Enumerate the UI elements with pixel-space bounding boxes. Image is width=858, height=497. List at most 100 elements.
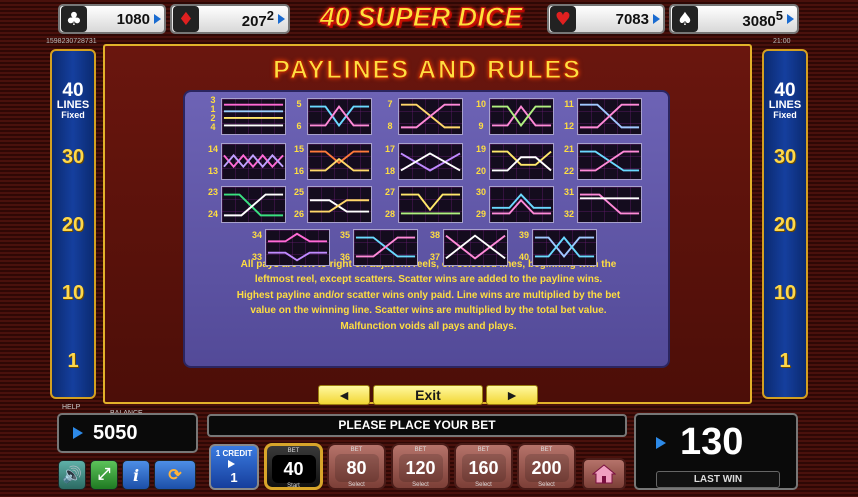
payline-graphic <box>400 103 461 129</box>
payline-path <box>309 199 370 213</box>
payline-diagram <box>489 186 554 223</box>
payline-graphic <box>579 150 640 172</box>
bet-button-40[interactable]: BET 40 Start <box>264 443 323 490</box>
payline-graphic <box>309 104 370 128</box>
payline-diagram <box>443 229 508 266</box>
bet-value: 120 <box>398 454 443 482</box>
balance-display: 5050 <box>57 413 198 453</box>
bet-label: BET <box>350 447 363 453</box>
bet-value: 80 <box>334 454 379 482</box>
payline-path <box>400 193 461 212</box>
line-number: 30 <box>773 146 797 168</box>
payline-number-group: 3124 <box>207 96 219 132</box>
payline-number: 38 <box>429 230 440 240</box>
last-win-label: LAST WIN <box>656 471 780 488</box>
rules-line: Malfunction voids all pays and plays. <box>340 320 517 332</box>
payline-diagram <box>307 143 372 180</box>
jackpot-club: ♣ 1080 <box>58 4 166 34</box>
payline-graphic <box>355 236 416 258</box>
arrow-icon <box>154 14 161 24</box>
payline-graphic <box>309 199 370 213</box>
fixed-label: Fixed <box>773 110 797 120</box>
credit-button[interactable]: 1 CREDIT 1 <box>209 444 259 490</box>
home-button[interactable] <box>582 458 626 490</box>
autoplay-button[interactable]: ⟳ <box>154 460 196 490</box>
payline-number: 29 <box>475 209 486 219</box>
sound-button[interactable]: 🔊 <box>58 460 86 490</box>
bet-button-120[interactable]: BET 120 Select <box>391 443 450 490</box>
payline-number: 31 <box>563 187 574 197</box>
bet-button-80[interactable]: BET 80 Select <box>327 443 386 490</box>
payline-graphic <box>534 236 595 259</box>
balance-value: 5050 <box>93 421 138 444</box>
payline-number: 6 <box>296 121 302 131</box>
rules-text: All pays are left to right on adjacent r… <box>191 257 666 334</box>
club-icon: ♣ <box>61 6 87 32</box>
payline-number: 35 <box>339 230 350 240</box>
payline-number: 40 <box>518 252 529 262</box>
help-label: HELP <box>62 404 81 411</box>
payline-graphic <box>491 150 552 172</box>
info-button[interactable]: i <box>122 460 150 490</box>
diamond-icon: ♦ <box>173 6 199 32</box>
payline-path <box>400 152 461 172</box>
win-icon <box>656 437 666 449</box>
lines-panel-left: 40 LINES Fixed 30 20 10 1 <box>50 49 96 399</box>
payline-diagram <box>398 98 463 135</box>
payline-number: 18 <box>384 166 395 176</box>
line-number: 10 <box>773 282 797 304</box>
payline-path <box>267 251 328 262</box>
bet-action: Select <box>538 482 555 488</box>
payline-graphic <box>309 150 370 172</box>
lines-header: 40 LINES Fixed <box>52 81 94 120</box>
payline-path <box>309 104 370 127</box>
bet-value: 160 <box>461 454 506 482</box>
payline-number: 25 <box>293 187 304 197</box>
payline-path <box>400 103 461 129</box>
payline-diagram <box>353 229 418 266</box>
payline-diagram <box>221 186 286 223</box>
payline-number: 23 <box>207 187 218 197</box>
fullscreen-button[interactable]: ⤢ <box>90 460 118 490</box>
payline-diagram <box>532 229 597 266</box>
jackpot-level: 2 <box>266 8 274 23</box>
arrow-icon <box>278 14 285 24</box>
jackpot-diamond: ♦ 2072 <box>170 4 290 34</box>
payline-number: 9 <box>478 121 484 131</box>
jackpot-spade: ♠ 30805 <box>669 4 799 34</box>
bet-value: 40 <box>271 455 316 483</box>
payline-number: 10 <box>475 99 486 109</box>
arrow-icon <box>787 14 794 24</box>
exit-button[interactable]: Exit <box>373 385 483 405</box>
bet-label: BET <box>477 447 490 453</box>
payline-number: 28 <box>384 209 395 219</box>
bet-button-160[interactable]: BET 160 Select <box>454 443 513 490</box>
session-id: 1598230728731 <box>46 38 97 45</box>
payline-diagram <box>221 143 286 180</box>
bet-label: BET <box>414 447 427 453</box>
payline-path <box>267 232 328 243</box>
paylines-panel: All pays are left to right on adjacent r… <box>183 90 670 368</box>
jackpot-value: 7083 <box>615 10 649 28</box>
payline-number: 12 <box>563 121 574 131</box>
payline-number: 13 <box>207 166 218 176</box>
payline-number: 26 <box>293 209 304 219</box>
line-number: 10 <box>61 282 85 304</box>
payline-path <box>445 234 506 260</box>
payline-diagram <box>265 229 330 266</box>
payline-number: 4 <box>210 122 216 132</box>
bet-button-200[interactable]: BET 200 Select <box>517 443 576 490</box>
payline-number: 7 <box>387 99 393 109</box>
payline-graphic <box>491 104 552 128</box>
payline-path <box>309 157 370 172</box>
payline-number: 24 <box>207 209 218 219</box>
payline-path <box>400 152 461 172</box>
payline-graphic <box>579 193 640 215</box>
payline-diagram <box>489 98 554 135</box>
payline-number: 33 <box>251 252 262 262</box>
last-win-value: 130 <box>680 421 744 463</box>
next-page-button[interactable]: ► <box>486 385 538 405</box>
prev-page-button[interactable]: ◄ <box>318 385 370 405</box>
payline-number: 21 <box>563 144 574 154</box>
payline-graphic <box>445 234 506 260</box>
